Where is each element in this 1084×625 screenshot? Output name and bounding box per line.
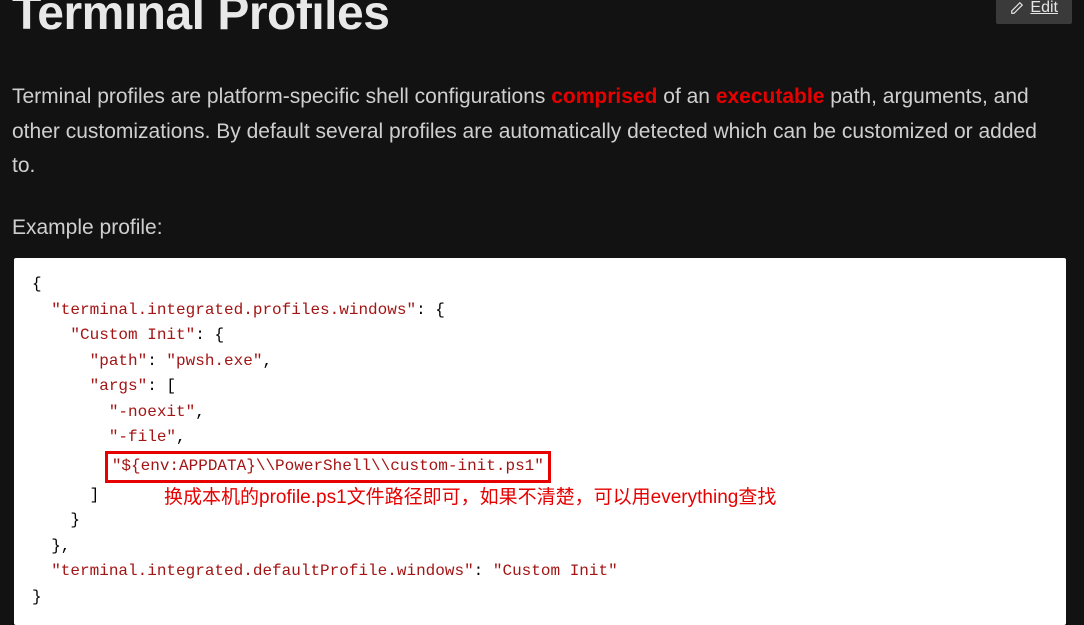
code-arg2: "-file" xyxy=(109,428,176,446)
code-key-path: "path" xyxy=(90,352,148,370)
code-arg3: "${env:APPDATA}\\PowerShell\\custom-init… xyxy=(112,457,544,475)
intro-paragraph: Terminal profiles are platform-specific … xyxy=(10,80,1074,184)
annotation-text: 换成本机的profile.ps1文件路径即可，如果不清楚，可以用everythi… xyxy=(164,483,776,513)
page-title: Terminal Profiles xyxy=(10,0,389,38)
code-key-profiles: "terminal.integrated.profiles.windows" xyxy=(51,301,416,319)
edit-button-label: Edit xyxy=(1030,0,1058,16)
code-key-default: "terminal.integrated.defaultProfile.wind… xyxy=(51,562,473,580)
pencil-icon xyxy=(1010,1,1024,15)
desc-part1: Terminal profiles are platform-specific … xyxy=(12,85,551,108)
highlight-comprised: comprised xyxy=(551,85,657,108)
code-val-default: "Custom Init" xyxy=(493,562,618,580)
code-key-args: "args" xyxy=(90,377,148,395)
example-label: Example profile: xyxy=(10,216,1074,240)
code-key-custom: "Custom Init" xyxy=(70,326,195,344)
edit-button[interactable]: Edit xyxy=(996,0,1072,24)
code-block: { "terminal.integrated.profiles.windows"… xyxy=(14,258,1066,625)
highlighted-path-box: "${env:APPDATA}\\PowerShell\\custom-init… xyxy=(105,451,551,483)
code-val-path: "pwsh.exe" xyxy=(166,352,262,370)
code-arg1: "-noexit" xyxy=(109,403,195,421)
desc-part2: of an xyxy=(657,85,715,108)
highlight-executable: executable xyxy=(716,85,825,108)
